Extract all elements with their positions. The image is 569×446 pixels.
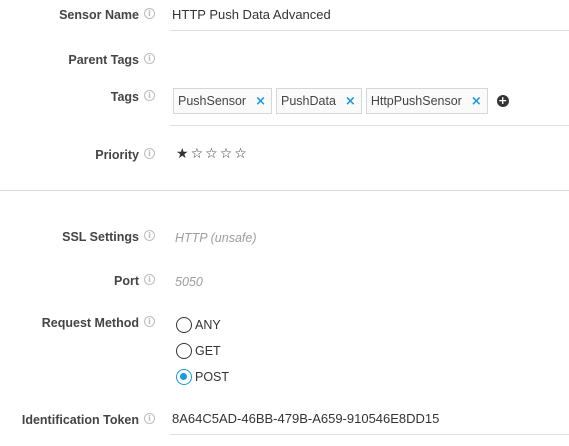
- info-icon[interactable]: i: [144, 273, 155, 285]
- info-icon[interactable]: i: [144, 147, 155, 159]
- port-label: Port: [114, 274, 139, 288]
- tag-label: PushSensor: [178, 94, 247, 108]
- priority-label: Priority: [95, 148, 139, 162]
- ssl-row: SSL Settings i HTTP (unsafe): [0, 228, 569, 248]
- info-icon[interactable]: i: [144, 89, 155, 101]
- priority-field: ★ ☆ ☆ ☆ ☆: [176, 146, 569, 162]
- radio-option-post[interactable]: POST: [176, 364, 569, 390]
- priority-label-wrap: Priority i: [95, 147, 155, 162]
- tag-label: HttpPushSensor: [370, 94, 462, 108]
- parent-tags-label: Parent Tags: [68, 53, 139, 67]
- sensor-name-row: Sensor Name i HTTP Push Data Advanced: [0, 0, 569, 32]
- parent-tags-row: Parent Tags i: [0, 50, 569, 74]
- radio-button[interactable]: [176, 343, 192, 359]
- ssl-settings-value: HTTP (unsafe): [175, 231, 257, 245]
- radio-label: ANY: [195, 318, 221, 332]
- parent-tags-label-wrap: Parent Tags i: [68, 52, 155, 67]
- star-empty-icon[interactable]: ☆: [191, 146, 204, 162]
- close-icon[interactable]: ×: [471, 94, 482, 109]
- identification-token-value: 8A64C5AD-46BB-479B-A659-910546E8DD15: [172, 411, 440, 426]
- token-row: Identification Token i 8A64C5AD-46BB-479…: [0, 404, 569, 436]
- tags-label-wrap: Tags i: [110, 89, 155, 104]
- ssl-label-wrap: SSL Settings i: [62, 229, 155, 244]
- ssl-settings-label: SSL Settings: [62, 230, 139, 244]
- star-filled-icon[interactable]: ★: [176, 146, 189, 162]
- port-field: 5050: [175, 274, 569, 289]
- priority-row: Priority i ★ ☆ ☆ ☆ ☆: [0, 146, 569, 166]
- request-method-options: ANY GET POST: [176, 312, 569, 390]
- request-method-label: Request Method: [41, 316, 139, 330]
- sensor-name-label-wrap: Sensor Name i: [59, 7, 155, 22]
- star-empty-icon[interactable]: ☆: [205, 146, 218, 162]
- priority-stars[interactable]: ★ ☆ ☆ ☆ ☆: [176, 146, 569, 162]
- info-icon[interactable]: i: [144, 52, 155, 64]
- identification-token-label: Identification Token: [21, 413, 139, 427]
- radio-option-any[interactable]: ANY: [176, 312, 569, 338]
- port-row: Port i 5050: [0, 272, 569, 292]
- section-divider: [0, 190, 569, 191]
- request-method-label-wrap: Request Method i: [41, 315, 155, 330]
- sensor-name-label: Sensor Name: [59, 8, 139, 22]
- radio-label: POST: [195, 370, 230, 384]
- port-label-wrap: Port i: [114, 273, 155, 288]
- radio-button[interactable]: [176, 317, 192, 333]
- sensor-name-field[interactable]: HTTP Push Data Advanced: [170, 0, 569, 31]
- radio-label: GET: [195, 344, 221, 358]
- radio-button[interactable]: [176, 369, 192, 385]
- tags-field[interactable]: PushSensor × PushData × HttpPushSensor × +: [170, 86, 569, 126]
- plus-circle-icon[interactable]: +: [496, 95, 509, 107]
- star-empty-icon[interactable]: ☆: [220, 146, 233, 162]
- tag-chip: HttpPushSensor ×: [365, 88, 488, 114]
- sensor-name-input[interactable]: HTTP Push Data Advanced: [170, 0, 569, 30]
- star-empty-icon[interactable]: ☆: [234, 146, 247, 162]
- port-value: 5050: [175, 275, 203, 289]
- token-label-wrap: Identification Token i: [21, 412, 155, 427]
- info-icon[interactable]: i: [144, 229, 155, 241]
- tag-list: PushSensor × PushData × HttpPushSensor × +: [173, 86, 569, 116]
- request-method-row: Request Method i ANY GET POST: [0, 312, 569, 392]
- tag-chip: PushData ×: [276, 88, 362, 114]
- close-icon[interactable]: ×: [255, 94, 266, 109]
- tag-label: PushData: [281, 94, 336, 108]
- tags-label: Tags: [110, 90, 139, 104]
- info-icon[interactable]: i: [144, 7, 155, 19]
- close-icon[interactable]: ×: [345, 94, 356, 109]
- tag-chip: PushSensor ×: [173, 88, 273, 114]
- info-icon[interactable]: i: [144, 412, 155, 424]
- info-icon[interactable]: i: [144, 315, 155, 327]
- radio-option-get[interactable]: GET: [176, 338, 569, 364]
- ssl-field: HTTP (unsafe): [175, 230, 569, 245]
- tags-row: Tags i PushSensor × PushData × HttpPushSenso…: [0, 86, 569, 126]
- token-field: 8A64C5AD-46BB-479B-A659-910546E8DD15: [170, 404, 569, 435]
